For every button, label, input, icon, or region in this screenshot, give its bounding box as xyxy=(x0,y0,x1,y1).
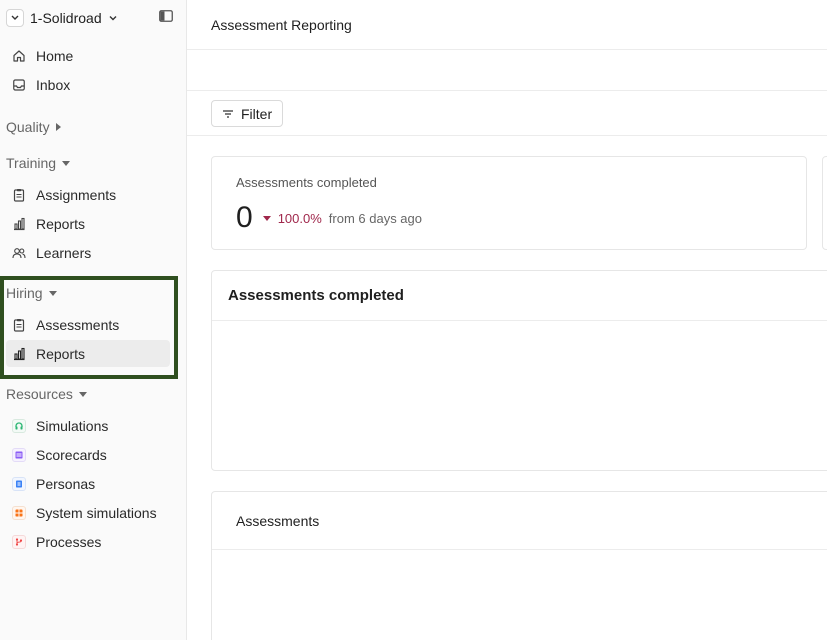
sidebar-item-simulations[interactable]: Simulations xyxy=(6,412,170,439)
stat-value: 0 xyxy=(236,201,253,234)
sidebar-item-system-simulations[interactable]: System simulations xyxy=(6,499,170,526)
system-simulation-icon xyxy=(12,505,26,520)
sub-toolbar xyxy=(187,50,827,91)
sidebar-toggle-icon[interactable] xyxy=(159,10,173,22)
sidebar-item-home[interactable]: Home xyxy=(6,42,170,69)
main-content: Assessment Reporting Filter Assessments … xyxy=(187,0,827,640)
sidebar-item-label: Scorecards xyxy=(36,446,107,463)
caret-down-icon xyxy=(78,391,87,397)
clipboard-icon xyxy=(12,188,26,202)
page-title: Assessment Reporting xyxy=(211,16,352,33)
inbox-icon xyxy=(12,78,26,92)
sidebar-item-label: Assessments xyxy=(36,316,120,333)
caret-down-icon xyxy=(62,160,71,166)
sidebar-item-assignments[interactable]: Assignments xyxy=(6,181,170,208)
sidebar-item-label: Assignments xyxy=(36,186,117,203)
filter-label: Filter xyxy=(241,105,273,122)
sidebar-item-personas[interactable]: Personas xyxy=(6,470,170,497)
filter-icon xyxy=(223,109,233,118)
process-icon xyxy=(12,534,26,549)
section-hiring[interactable]: Hiring xyxy=(6,282,57,304)
sidebar-item-label: Simulations xyxy=(36,417,109,434)
sidebar-item-hiring-reports[interactable]: Reports xyxy=(6,340,170,367)
users-icon xyxy=(12,246,26,260)
chart-card-title: Assessments completed xyxy=(212,271,827,321)
table-card-assessments: Assessments xyxy=(211,491,827,640)
caret-right-icon xyxy=(55,123,61,131)
stat-comparison: from 6 days ago xyxy=(328,210,422,226)
sidebar-item-label: Reports xyxy=(36,215,86,232)
section-resources[interactable]: Resources xyxy=(6,383,87,405)
sidebar-item-inbox[interactable]: Inbox xyxy=(6,71,170,98)
table-card-title: Assessments xyxy=(212,492,827,550)
sidebar-item-label: Inbox xyxy=(36,76,71,93)
section-label: Resources xyxy=(6,386,73,402)
section-label: Training xyxy=(6,155,57,171)
section-training[interactable]: Training xyxy=(6,152,71,174)
sidebar-item-processes[interactable]: Processes xyxy=(6,528,170,555)
stat-card-assessments-completed: Assessments completed 0 100.0% from 6 da… xyxy=(211,156,807,250)
sidebar-item-label: System simulations xyxy=(36,504,157,521)
filter-bar: Filter xyxy=(187,91,827,136)
workspace-logo-icon xyxy=(6,9,24,27)
section-label: Hiring xyxy=(6,285,43,301)
stat-row: 0 100.0% from 6 days ago xyxy=(236,201,422,235)
caret-down-icon xyxy=(262,215,271,221)
sidebar-item-scorecards[interactable]: Scorecards xyxy=(6,441,170,468)
bar-chart-icon xyxy=(12,217,26,231)
workspace-switcher[interactable]: 1-Solidroad xyxy=(6,8,118,28)
sidebar-item-assessments[interactable]: Assessments xyxy=(6,311,170,338)
sidebar-item-training-reports[interactable]: Reports xyxy=(6,210,170,237)
sidebar-item-label: Reports xyxy=(36,345,86,362)
home-icon xyxy=(12,49,26,63)
sidebar-item-label: Home xyxy=(36,47,74,64)
persona-icon xyxy=(12,476,26,491)
sidebar-item-label: Processes xyxy=(36,533,102,550)
workspace-name: 1-Solidroad xyxy=(30,10,102,26)
page-header: Assessment Reporting xyxy=(187,0,827,50)
sidebar-item-label: Personas xyxy=(36,475,96,492)
clipboard-icon xyxy=(12,318,26,332)
scorecard-icon xyxy=(12,447,26,462)
sidebar-item-learners[interactable]: Learners xyxy=(6,239,170,266)
stat-label: Assessments completed xyxy=(236,175,377,190)
stat-card-secondary xyxy=(822,156,827,250)
chevron-down-icon xyxy=(109,16,117,21)
section-label: Quality xyxy=(6,119,50,135)
caret-down-icon xyxy=(48,290,57,296)
stat-delta: 100.0% xyxy=(277,210,322,226)
headset-icon xyxy=(12,418,26,433)
sidebar-item-label: Learners xyxy=(36,244,92,261)
bar-chart-icon xyxy=(12,347,26,361)
sidebar: 1-Solidroad Home Inbox Quality Training … xyxy=(0,0,187,640)
section-quality[interactable]: Quality xyxy=(6,116,61,138)
filter-button[interactable]: Filter xyxy=(211,100,284,127)
chart-card-assessments-completed: Assessments completed xyxy=(211,270,827,471)
